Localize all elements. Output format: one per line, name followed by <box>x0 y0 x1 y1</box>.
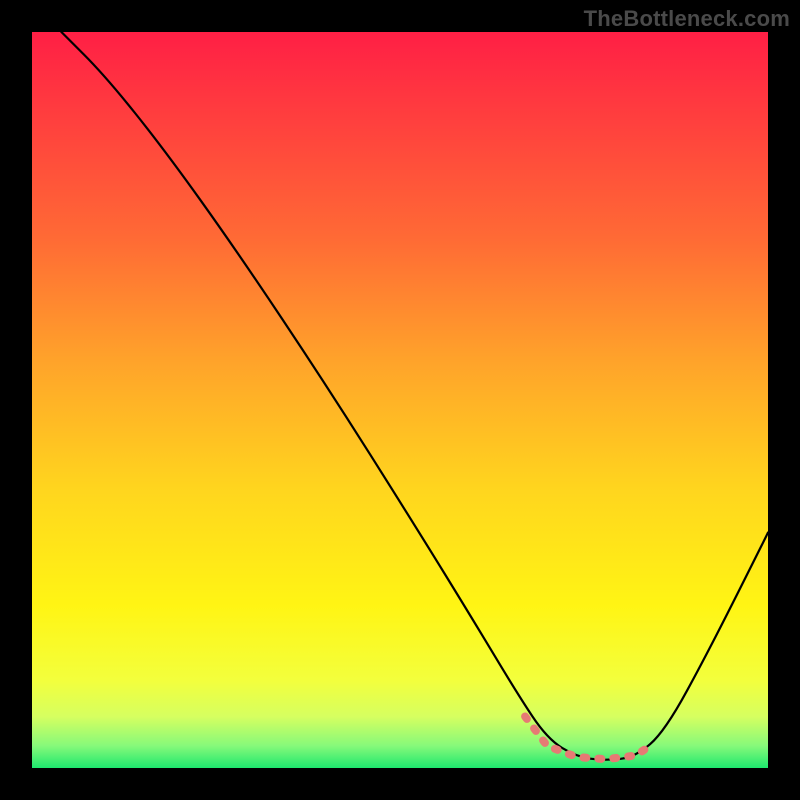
chart-svg <box>32 32 768 768</box>
gradient-background <box>32 32 768 768</box>
watermark-text: TheBottleneck.com <box>584 6 790 32</box>
plot-area <box>32 32 768 768</box>
chart-stage: TheBottleneck.com <box>0 0 800 800</box>
